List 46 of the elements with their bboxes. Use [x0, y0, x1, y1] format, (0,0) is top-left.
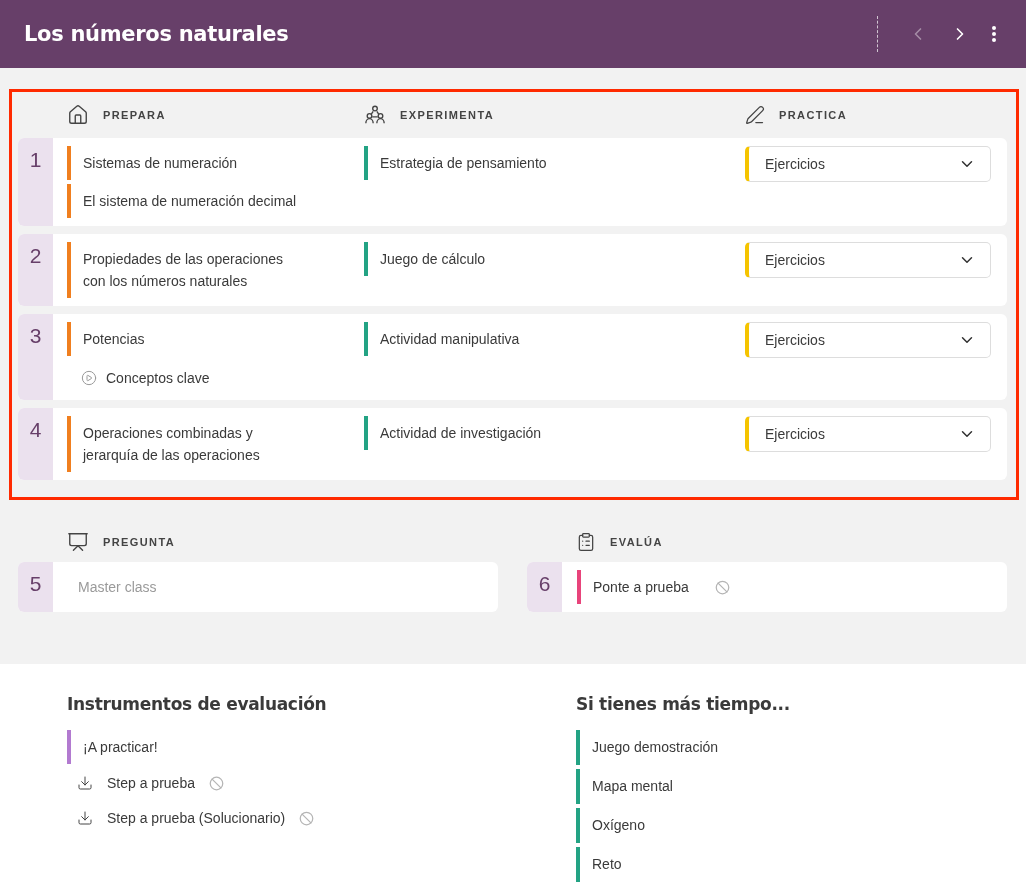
exercises-dropdown[interactable]: Ejercicios: [745, 242, 991, 278]
people-icon: [364, 104, 386, 126]
lesson-number: 4: [18, 408, 53, 480]
activity-link[interactable]: Reto: [576, 847, 1026, 882]
column-heading: PREPARA: [103, 109, 166, 121]
download-icon: [77, 810, 93, 826]
play-icon: [81, 370, 97, 386]
activity-link[interactable]: Sistemas de numeración: [67, 146, 310, 180]
lesson-number: 3: [18, 314, 53, 400]
exercises-dropdown[interactable]: Ejercicios: [745, 322, 991, 358]
page-title: Los números naturales: [24, 22, 290, 46]
activity-link[interactable]: Mapa mental: [576, 769, 1026, 804]
activity-link[interactable]: El sistema de numeración decimal: [67, 184, 310, 218]
lesson-number: 2: [18, 234, 53, 306]
download-link[interactable]: Step a prueba (Solucionario): [67, 802, 286, 834]
section-title: Instrumentos de evaluación: [67, 694, 328, 714]
download-icon: [77, 775, 93, 791]
pencil-icon: [745, 105, 765, 125]
section-title: Si tienes más tiempo...: [576, 694, 791, 714]
exercises-dropdown[interactable]: Ejercicios: [745, 416, 991, 452]
activity-link[interactable]: Juego de cálculo: [364, 242, 607, 276]
activity-link[interactable]: Propiedades de las operaciones con los números naturales: [67, 242, 310, 298]
activity-link[interactable]: ¡A practicar!: [67, 730, 170, 764]
activity-link[interactable]: Actividad de investigación: [364, 416, 607, 450]
activity-link[interactable]: Oxígeno: [576, 808, 1026, 843]
exercises-dropdown[interactable]: Ejercicios: [745, 146, 991, 182]
section-number: 6: [527, 562, 562, 612]
section-heading: EVALÚA: [610, 536, 663, 548]
activity-link[interactable]: Potencias: [67, 322, 310, 356]
empty-activity-text: Master class: [77, 579, 157, 595]
column-heading: EXPERIMENTA: [400, 109, 495, 121]
activity-link[interactable]: Actividad manipulativa: [364, 322, 607, 356]
clipboard-icon: [576, 532, 596, 552]
activity-link[interactable]: Estrategia de pensamiento: [364, 146, 607, 180]
activity-link[interactable]: Ponte a prueba: [577, 570, 701, 604]
menu-icon: [992, 26, 996, 42]
section-number: 5: [18, 562, 53, 612]
activity-link[interactable]: Juego demostración: [576, 730, 1026, 765]
activity-link[interactable]: Operaciones combinadas y jerarquía de las operaciones: [67, 416, 310, 472]
video-link[interactable]: Conceptos clave: [67, 360, 364, 392]
column-heading: PRACTICA: [779, 109, 848, 121]
section-heading: PREGUNTA: [103, 536, 176, 548]
lesson-number: 1: [18, 138, 53, 226]
house-icon: [67, 104, 89, 126]
presentation-icon: [67, 531, 89, 553]
download-link[interactable]: Step a prueba: [67, 767, 195, 799]
